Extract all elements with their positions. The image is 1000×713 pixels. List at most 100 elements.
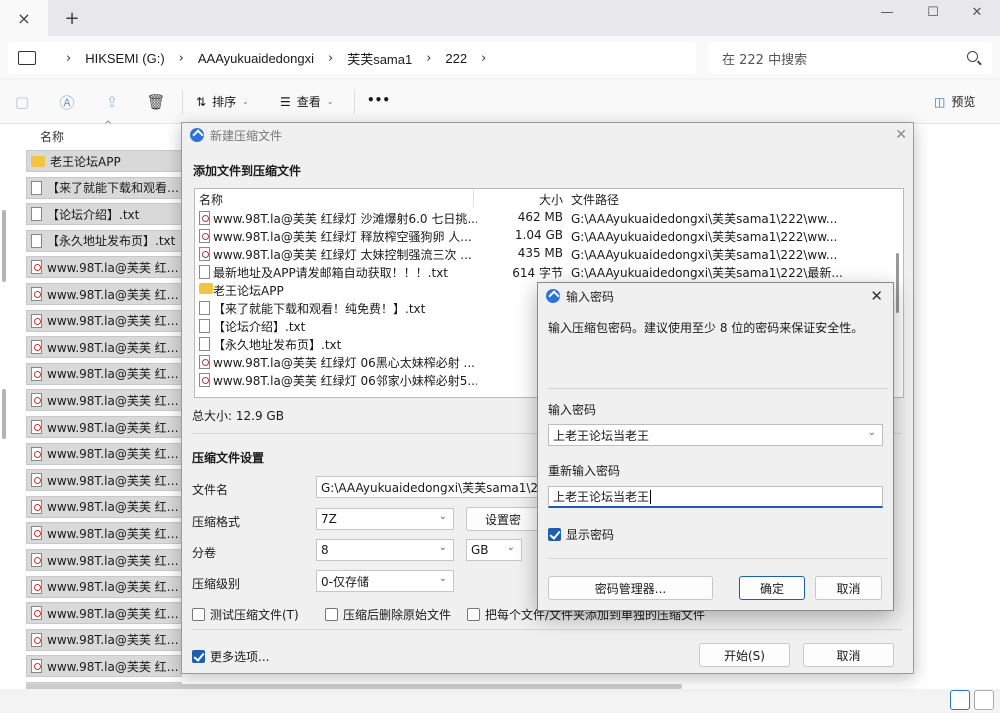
checkbox-unchecked[interactable] bbox=[467, 608, 480, 621]
cancel-button[interactable]: 取消 bbox=[815, 576, 882, 600]
level-select[interactable]: 0-仅存储 ⌄ bbox=[316, 570, 454, 592]
breadcrumb[interactable]: › HIKSEMI (G:) › AAAyukuaidedongxi › 芙芙s… bbox=[8, 42, 696, 74]
details-view-button[interactable] bbox=[950, 690, 970, 710]
file-name: www.98T.la@芙芙 红… bbox=[47, 580, 179, 595]
list-item[interactable]: www.98T.la@芙芙 红… bbox=[26, 442, 182, 465]
column-header-name[interactable]: 名称 bbox=[199, 191, 223, 208]
delete-icon[interactable]: 🗑 bbox=[146, 92, 166, 112]
checkbox-unchecked[interactable] bbox=[192, 608, 205, 621]
list-item[interactable]: 老王论坛APP bbox=[26, 150, 182, 172]
chevron-right-icon[interactable]: › bbox=[481, 51, 486, 66]
reenter-password-input[interactable]: 上老王论坛当老王 bbox=[548, 486, 883, 508]
column-header-name[interactable]: 名称 bbox=[40, 128, 64, 145]
list-item[interactable]: www.98T.la@芙芙 红… bbox=[26, 469, 182, 492]
table-row[interactable]: www.98T.la@芙芙 红绿灯 释放榨空骚狗卵 人... 1.04 GB G:\… bbox=[197, 227, 897, 245]
tiles-view-button[interactable] bbox=[974, 690, 994, 710]
start-button[interactable]: 开始(S) bbox=[699, 643, 790, 667]
reenter-label: 重新输入密码 bbox=[548, 464, 621, 478]
scrollbar-thumb[interactable] bbox=[2, 389, 6, 439]
chevron-right-icon[interactable]: › bbox=[179, 51, 184, 66]
video-file-icon bbox=[31, 632, 42, 647]
maximize-button[interactable]: ☐ bbox=[910, 0, 956, 24]
preview-pane-button[interactable]: ◫ 预览 bbox=[934, 93, 975, 110]
new-tab-button[interactable]: + bbox=[60, 6, 84, 30]
set-password-button[interactable]: 设置密 bbox=[466, 507, 540, 531]
table-row[interactable]: 最新地址及APP请发邮箱自动获取！！！.txt 614 字节 G:\AAAyukua… bbox=[197, 263, 897, 281]
list-item[interactable]: www.98T.la@芙芙 红… bbox=[26, 362, 182, 385]
table-row[interactable]: www.98T.la@芙芙 红绿灯 太妹控制强流三次 ... 435 MB G:\A… bbox=[197, 245, 897, 263]
ok-button[interactable]: 确定 bbox=[739, 576, 805, 600]
window-close-button[interactable]: ✕ bbox=[954, 0, 1000, 24]
filename-field[interactable]: G:\AAAyukuaidedongxi\芙芙sama1\222 bbox=[316, 476, 538, 498]
password-input[interactable]: 上老王论坛当老王 ⌄ bbox=[548, 424, 883, 446]
list-item[interactable]: www.98T.la@芙芙 红… bbox=[26, 389, 182, 412]
volume-unit-select[interactable]: GB ⌄ bbox=[466, 539, 522, 561]
list-item[interactable]: www.98T.la@芙芙 红… bbox=[26, 655, 182, 678]
volume-label: 分卷 bbox=[192, 546, 217, 560]
file-size: 435 MB bbox=[517, 246, 563, 260]
chevron-down-icon: ⌄ bbox=[242, 97, 249, 106]
share-icon[interactable]: ⇪ bbox=[102, 92, 122, 112]
show-password-checkbox[interactable]: 显示密码 bbox=[548, 526, 614, 543]
file-name: www.98T.la@芙芙 红绿灯 06邻家小妹榨必射5.... bbox=[213, 374, 477, 388]
test-archive-checkbox[interactable]: 测试压缩文件(T) bbox=[192, 606, 299, 623]
close-icon[interactable]: ✕ bbox=[870, 287, 883, 305]
breadcrumb-item-folder[interactable]: AAAyukuaidedongxi bbox=[198, 51, 314, 66]
file-name: www.98T.la@芙芙 红… bbox=[47, 260, 179, 275]
tab-close-button[interactable]: × bbox=[0, 0, 48, 36]
chevron-down-icon[interactable]: ⌄ bbox=[868, 427, 876, 438]
list-item[interactable]: 【论坛介绍】.txt bbox=[26, 203, 182, 226]
sort-button[interactable]: ⇅ 排序 ⌄ bbox=[196, 93, 249, 110]
status-bar bbox=[0, 689, 1000, 713]
chevron-right-icon[interactable]: › bbox=[426, 51, 431, 66]
list-item[interactable]: www.98T.la@芙芙 红… bbox=[26, 256, 182, 279]
more-options-checkbox[interactable]: 更多选项... bbox=[192, 648, 269, 665]
column-header-path[interactable]: 文件路径 bbox=[571, 191, 619, 208]
list-item[interactable]: www.98T.la@芙芙 红… bbox=[26, 602, 182, 625]
list-item[interactable]: www.98T.la@芙芙 红… bbox=[26, 628, 182, 651]
filename-label: 文件名 bbox=[192, 483, 229, 497]
column-header-size[interactable]: 大小 bbox=[539, 191, 563, 208]
chevron-right-icon[interactable]: › bbox=[66, 51, 71, 66]
list-item[interactable]: www.98T.la@芙芙 红… bbox=[26, 575, 182, 598]
view-button[interactable]: ☰ 查看 ⌄ bbox=[280, 93, 333, 110]
search-input[interactable]: 在 222 中搜索 bbox=[708, 42, 992, 74]
checkbox-unchecked[interactable] bbox=[325, 608, 338, 621]
list-item[interactable]: 【永久地址发布页】.txt bbox=[26, 229, 182, 252]
list-scrollbar[interactable] bbox=[896, 253, 899, 313]
password-hint: 输入压缩包密码。建议使用至少 8 位的密码来保证安全性。 bbox=[548, 321, 864, 335]
rename-icon[interactable]: Ⓐ bbox=[57, 92, 77, 112]
password-dialog-titlebar: 输入密码 bbox=[538, 283, 893, 309]
volume-size-field[interactable]: 8 ⌄ bbox=[316, 539, 454, 561]
list-item[interactable]: www.98T.la@芙芙 红… bbox=[26, 522, 182, 545]
preview-pane-icon: ◫ bbox=[934, 94, 946, 109]
list-item[interactable]: www.98T.la@芙芙 红… bbox=[26, 336, 182, 359]
list-item[interactable]: www.98T.la@芙芙 红… bbox=[26, 283, 182, 305]
list-item[interactable]: www.98T.la@芙芙 红… bbox=[26, 416, 182, 438]
video-file-icon bbox=[31, 606, 42, 621]
cancel-button[interactable]: 取消 bbox=[803, 643, 894, 667]
scrollbar-thumb[interactable] bbox=[2, 242, 6, 282]
paste-icon[interactable]: ▢ bbox=[12, 92, 32, 112]
close-icon[interactable]: ✕ bbox=[895, 127, 907, 143]
add-files-heading: 添加文件到压缩文件 bbox=[193, 164, 302, 178]
list-item[interactable]: www.98T.la@芙芙 红… bbox=[26, 549, 182, 571]
breadcrumb-item-current[interactable]: 222 bbox=[445, 51, 467, 66]
checkbox-checked[interactable] bbox=[192, 650, 205, 663]
computer-icon[interactable] bbox=[18, 51, 36, 65]
breadcrumb-item-subfolder[interactable]: 芙芙sama1 bbox=[347, 49, 412, 68]
chevron-right-icon[interactable]: › bbox=[328, 51, 333, 66]
minimize-button[interactable]: — bbox=[864, 0, 910, 24]
password-manager-button[interactable]: 密码管理器... bbox=[548, 576, 713, 600]
list-item[interactable]: www.98T.la@芙芙 红… bbox=[26, 495, 182, 518]
checkbox-checked[interactable] bbox=[548, 528, 561, 541]
more-options-button[interactable]: ••• bbox=[367, 93, 390, 107]
table-row[interactable]: www.98T.la@芙芙 红绿灯 沙滩爆射6.0 七日挑... 462 MB G:… bbox=[197, 209, 897, 227]
list-item[interactable]: www.98T.la@芙芙 红… bbox=[26, 309, 182, 332]
delete-source-checkbox[interactable]: 压缩后删除原始文件 bbox=[325, 606, 451, 623]
text-file-icon bbox=[31, 233, 42, 248]
format-select[interactable]: 7Z ⌄ bbox=[316, 508, 454, 530]
breadcrumb-item-drive[interactable]: HIKSEMI (G:) bbox=[85, 51, 164, 66]
list-item[interactable]: 【来了就能下载和观看… bbox=[26, 176, 182, 199]
video-file-icon bbox=[31, 446, 42, 461]
